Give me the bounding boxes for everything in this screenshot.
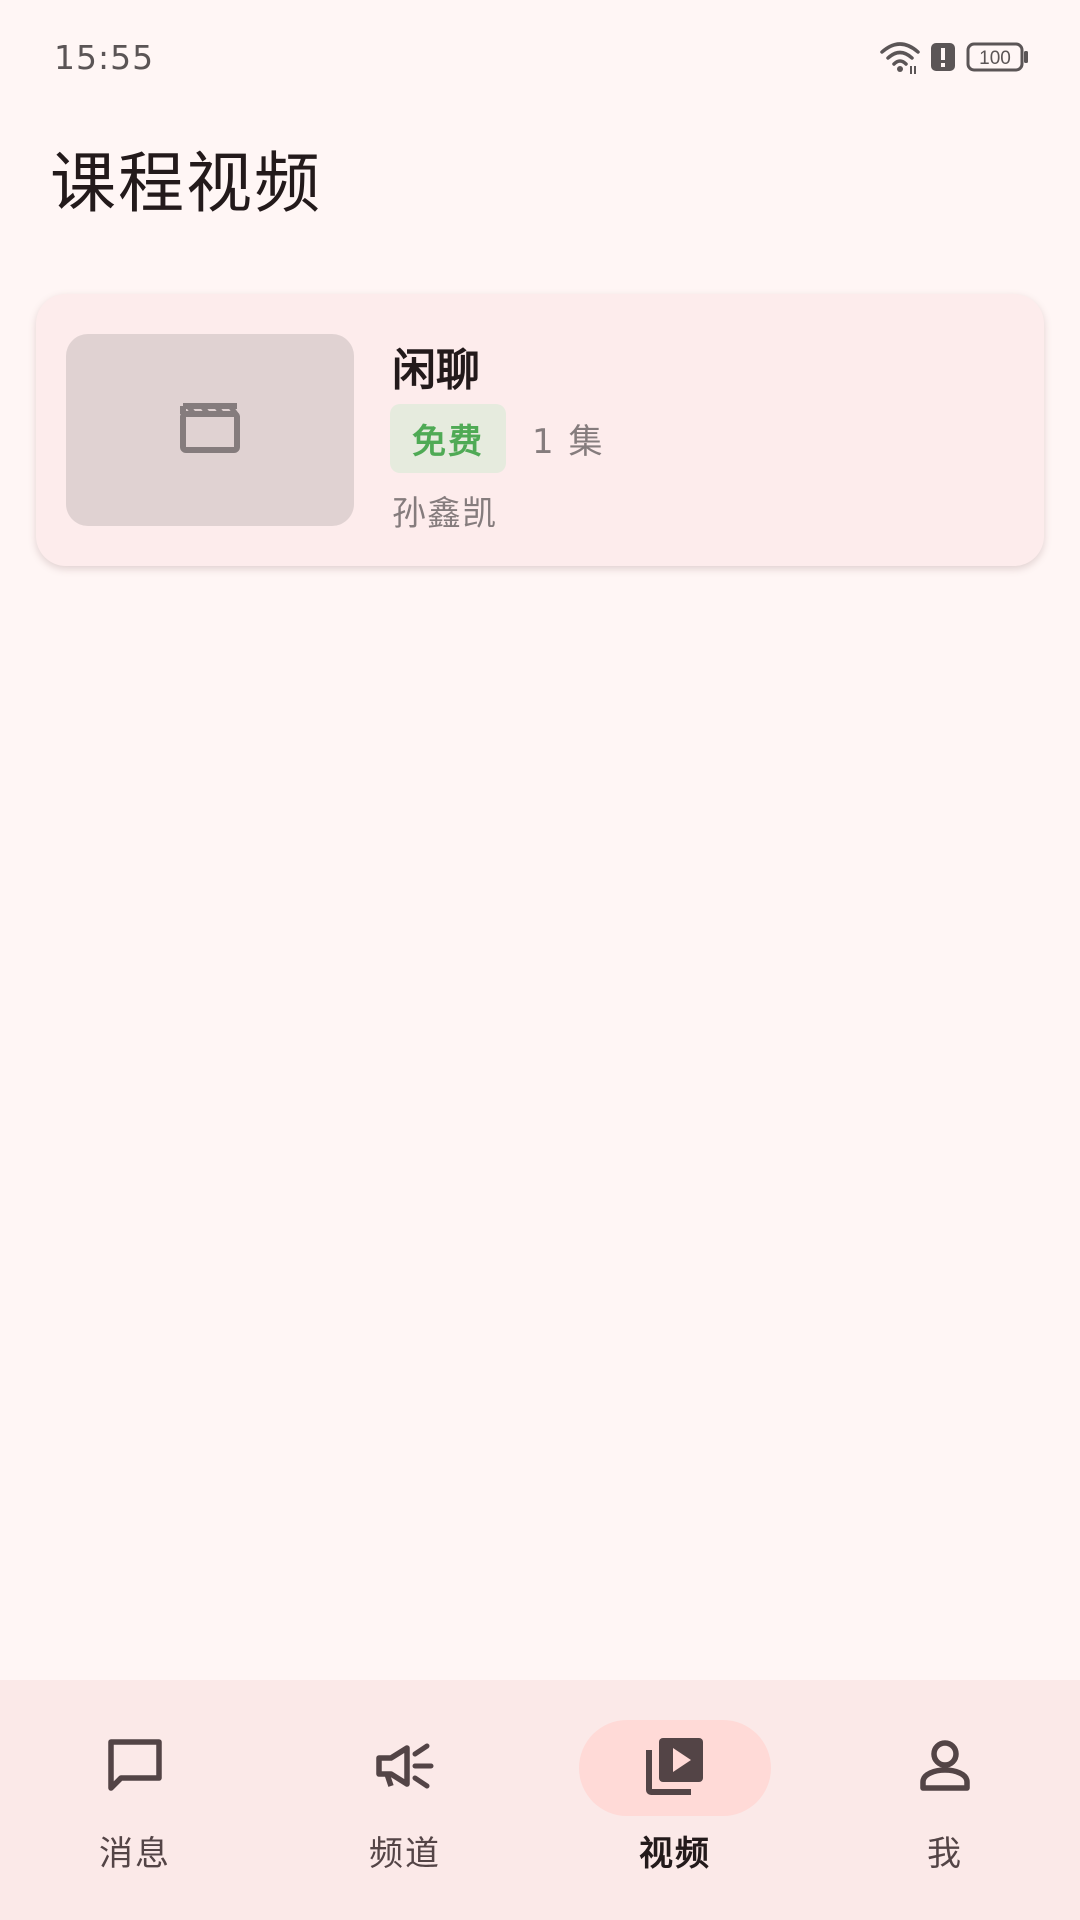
free-badge: 免费	[390, 404, 506, 473]
bottom-nav: 消息 频道 视频 我	[0, 1680, 1080, 1920]
nav-item-channels[interactable]: 频道	[270, 1720, 540, 1880]
person-icon	[913, 1734, 977, 1802]
alert-icon	[930, 41, 956, 73]
nav-icon-wrap	[849, 1720, 1041, 1816]
nav-item-messages[interactable]: 消息	[0, 1720, 270, 1880]
megaphone-icon	[373, 1734, 437, 1802]
course-author: 孙鑫凯	[392, 494, 497, 534]
nav-label-channels: 频道	[369, 1834, 441, 1874]
chat-bubble-icon	[103, 1734, 167, 1802]
nav-active-indicator	[579, 1720, 771, 1816]
nav-label-videos: 视频	[639, 1834, 711, 1874]
video-library-icon	[643, 1734, 707, 1802]
wifi-icon	[880, 40, 920, 74]
course-meta: 免费 1 集	[390, 404, 604, 473]
status-icons: 100	[880, 40, 1030, 74]
clapperboard-icon	[178, 400, 242, 460]
battery-icon: 100	[966, 41, 1030, 73]
nav-item-videos[interactable]: 视频	[540, 1720, 810, 1880]
course-title: 闲聊	[392, 345, 480, 396]
episode-count: 1 集	[532, 422, 605, 462]
course-card[interactable]: 闲聊 免费 1 集 孙鑫凯	[36, 294, 1044, 566]
battery-level: 100	[979, 48, 1011, 69]
status-bar: 15:55 100	[0, 0, 1080, 110]
nav-icon-wrap	[39, 1720, 231, 1816]
nav-icon-wrap	[309, 1720, 501, 1816]
app-screen: 15:55 100 课程视频 闲聊 免费 1 集 孙鑫凯 消息 频道 视频 我	[0, 0, 1080, 1920]
nav-label-messages: 消息	[99, 1834, 171, 1874]
status-time: 15:55	[54, 38, 155, 77]
nav-item-me[interactable]: 我	[810, 1720, 1080, 1880]
nav-label-me: 我	[927, 1834, 963, 1874]
page-title: 课程视频	[50, 145, 322, 222]
course-thumbnail	[66, 334, 354, 526]
